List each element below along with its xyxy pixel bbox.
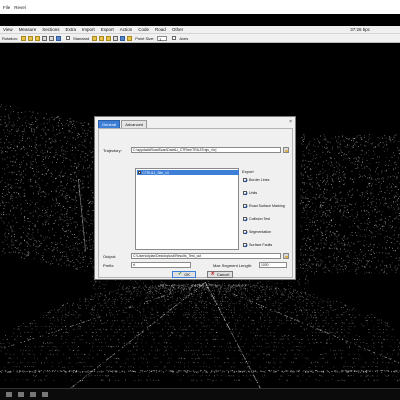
- dialog-tabs: General Advanced: [98, 120, 148, 128]
- segmentation-checkbox[interactable]: [243, 230, 247, 234]
- surface-faults-checkbox[interactable]: [243, 243, 247, 247]
- status-icon-3: [30, 392, 36, 397]
- measure-icon[interactable]: [127, 35, 133, 41]
- units-label: Units: [249, 191, 258, 195]
- border-lines-checkbox[interactable]: [243, 178, 247, 182]
- standard-label: Standard: [73, 35, 90, 41]
- title-text-left: File: [3, 4, 11, 10]
- tab-general[interactable]: General: [98, 120, 121, 128]
- rotate-x-icon[interactable]: [21, 35, 27, 41]
- prefix-field[interactable]: rf: [131, 262, 191, 268]
- road-surface-marking-checkbox[interactable]: [243, 204, 247, 208]
- export-border-lines[interactable]: Border Lines: [243, 178, 269, 182]
- export-road-surface-marking[interactable]: Road Surface Marking: [243, 204, 285, 208]
- menu-sections[interactable]: Sections: [39, 27, 62, 32]
- close-icon[interactable]: ×: [289, 119, 292, 125]
- trajectory-list[interactable]: CTRU11_Site_14: [135, 168, 239, 250]
- segmentation-label: Segmentation: [249, 230, 272, 234]
- ok-label: OK: [184, 272, 190, 277]
- status-bar: [0, 388, 400, 400]
- view-side-icon[interactable]: [99, 35, 105, 41]
- border-lines-label: Border Lines: [249, 178, 270, 182]
- title-text-right: Revel: [14, 4, 26, 10]
- cross-icon: ✘: [210, 271, 215, 277]
- menu-bar: View Measure Sections Extra Import Expor…: [0, 26, 400, 34]
- rotate-free-icon[interactable]: [42, 35, 48, 41]
- export-collision-test[interactable]: Collision Test: [243, 217, 270, 221]
- view-perspective-icon[interactable]: [120, 35, 126, 41]
- prefix-label: Prefix:: [103, 263, 115, 268]
- point-size-input[interactable]: 3: [157, 35, 168, 42]
- check-icon: ✔: [178, 271, 183, 277]
- units-checkbox[interactable]: [243, 191, 247, 195]
- collision-test-label: Collision Test: [249, 217, 271, 221]
- trajectory-field[interactable]: C:\appdata\RoadScan\Data\U_CTR\ex\TRAJ\T…: [131, 147, 281, 153]
- toolbar: Rotation: Standard Point Size: 3 Axes: [0, 34, 400, 43]
- view-iso-icon[interactable]: [113, 35, 119, 41]
- road-surface-marking-label: Road Surface Marking: [249, 204, 285, 208]
- status-icon-1: [6, 392, 12, 397]
- export-segmentation[interactable]: Segmentation: [243, 230, 271, 234]
- menu-import[interactable]: Import: [79, 27, 98, 32]
- export-units[interactable]: Units: [243, 191, 257, 195]
- menu-measure[interactable]: Measure: [16, 27, 40, 32]
- rotate-z-icon[interactable]: [35, 35, 41, 41]
- rotate-y-icon[interactable]: [28, 35, 34, 41]
- list-item-label: CTRU11_Site_14: [142, 170, 169, 175]
- rotation-label: Rotation:: [2, 35, 19, 41]
- axes-label: Axes: [179, 35, 189, 41]
- menu-action[interactable]: Action: [117, 27, 136, 32]
- list-item-checkbox[interactable]: [138, 170, 142, 175]
- standard-checkbox[interactable]: [66, 36, 71, 40]
- output-browse-icon[interactable]: [283, 253, 289, 259]
- clock-readout: 37:26 5pc: [350, 27, 370, 32]
- menu-export[interactable]: Export: [98, 27, 117, 32]
- cancel-button[interactable]: ✘ Cancel: [207, 271, 233, 278]
- surface-faults-label: Surface Faults: [249, 243, 273, 247]
- menu-view[interactable]: View: [0, 27, 16, 32]
- title-bar: File Revel: [0, 0, 400, 14]
- trajectory-browse-icon[interactable]: [283, 147, 289, 153]
- menu-code[interactable]: Code: [135, 27, 152, 32]
- point-size-value: 3: [159, 37, 162, 42]
- output-label: Output:: [103, 254, 117, 259]
- general-panel: Trajectory: C:\appdata\RoadScan\Data\U_C…: [98, 128, 293, 278]
- collision-test-checkbox[interactable]: [243, 217, 247, 221]
- status-icon-2: [18, 392, 24, 397]
- tab-advanced[interactable]: Advanced: [121, 120, 148, 128]
- point-size-label: Point Size:: [135, 35, 155, 41]
- view-front-icon[interactable]: [92, 35, 98, 41]
- export-group: Export Border Lines Units Road Surface M…: [242, 168, 288, 250]
- cancel-label: Cancel: [216, 272, 230, 277]
- menu-other[interactable]: Other: [169, 27, 186, 32]
- ok-button[interactable]: ✔ OK: [172, 271, 196, 278]
- app-window: File Revel View Measure Sections Extra I…: [0, 0, 400, 400]
- axes-checkbox[interactable]: [172, 36, 177, 40]
- output-field[interactable]: C:\Users\dylan\Desktop\out\Results_Test_…: [131, 253, 281, 259]
- status-icon-4: [42, 392, 48, 397]
- trajectory-label: Trajectory:: [103, 148, 122, 153]
- max-segment-length-label: Max Segment Length:: [213, 263, 253, 268]
- export-title: Export: [242, 169, 254, 174]
- view-top-icon[interactable]: [106, 35, 112, 41]
- menu-road[interactable]: Road: [152, 27, 169, 32]
- export-dialog: General Advanced × Trajectory: C:\appdat…: [94, 116, 296, 280]
- pan-icon[interactable]: [49, 35, 55, 41]
- max-segment-length-field[interactable]: 1000: [259, 262, 287, 268]
- standard-view-icon[interactable]: [56, 35, 62, 41]
- export-surface-faults[interactable]: Surface Faults: [243, 243, 272, 247]
- list-item[interactable]: CTRU11_Site_14: [137, 170, 239, 175]
- menu-extra[interactable]: Extra: [62, 27, 79, 32]
